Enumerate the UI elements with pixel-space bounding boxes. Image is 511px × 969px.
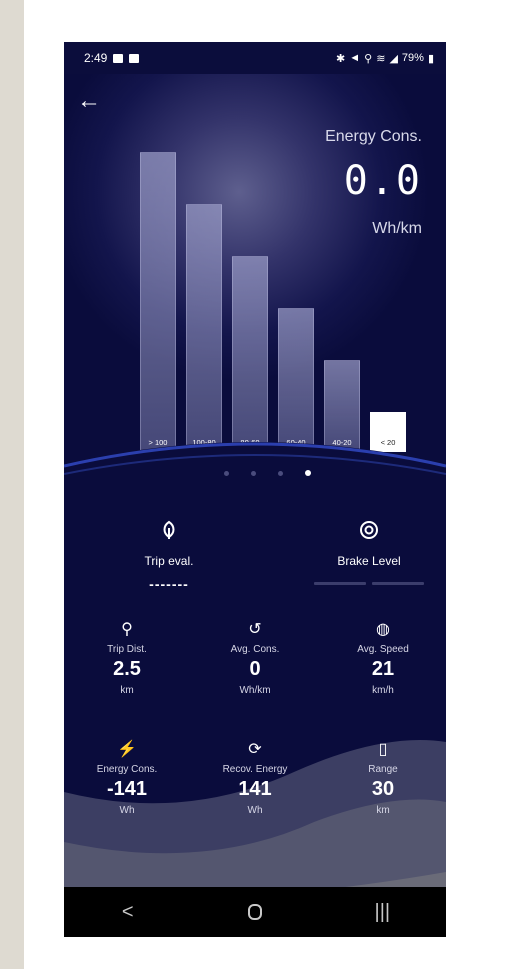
- chart-bar: > 100: [140, 152, 176, 452]
- phone-screen: 2:49 ✱ ◄ ⚲ ≋ ◢ 79% ▮ ← > 100100-8080-606…: [64, 42, 446, 937]
- page-dot[interactable]: [305, 470, 311, 476]
- stat-label: Range: [368, 764, 398, 775]
- page-dot[interactable]: [251, 470, 256, 476]
- stat-value: -141: [106, 778, 148, 800]
- battery-icon: ▯: [378, 741, 388, 758]
- history-bolt-icon: ↺: [248, 621, 262, 638]
- recover-bolt-icon: ⟳: [248, 741, 262, 758]
- speedometer-icon: ◍: [376, 621, 390, 638]
- stat-value: 2.5: [113, 658, 141, 680]
- stat-unit: Wh: [119, 805, 135, 816]
- stat-value: 30: [371, 778, 395, 800]
- stat-unit: Wh/km: [239, 685, 271, 696]
- brake-level-label: Brake Level: [337, 554, 401, 568]
- stat-label: Trip Dist.: [107, 644, 147, 655]
- brake-level-block: Brake Level: [304, 520, 434, 585]
- trip-eval-block: Trip eval. -------: [104, 520, 234, 592]
- stat-recov-energy: ⟳ Recov. Energy 141 Wh: [200, 740, 310, 816]
- stat-unit: Wh: [247, 805, 263, 816]
- stat-avg-speed: ◍ Avg. Speed 21 km/h: [328, 620, 438, 696]
- stat-unit: km: [376, 805, 390, 816]
- system-navigation-bar: < |||: [64, 887, 446, 937]
- stat-value: 21: [371, 658, 395, 680]
- stat-range: ▯ Range 30 km: [328, 740, 438, 816]
- stat-unit: km: [120, 685, 134, 696]
- stat-label: Recov. Energy: [222, 764, 288, 775]
- chart-bar: 100-80: [186, 204, 222, 452]
- energy-cons-label: Energy Cons.: [325, 128, 422, 145]
- nav-recents-icon[interactable]: |||: [352, 892, 412, 932]
- leaf-icon: [104, 520, 234, 544]
- stat-label: Energy Cons.: [96, 764, 158, 775]
- energy-cons-value: 0.0: [343, 158, 422, 204]
- brake-segment: [314, 582, 366, 585]
- page-indicator: [224, 470, 311, 476]
- trip-eval-label: Trip eval.: [144, 554, 194, 568]
- stat-value: 141: [238, 778, 272, 800]
- bolt-icon: ⚡: [117, 741, 137, 758]
- left-margin-strip: [0, 0, 24, 969]
- stat-value: 0: [249, 658, 261, 680]
- route-icon: ⚲: [121, 621, 133, 638]
- decorative-wave: [64, 442, 446, 502]
- brake-level-indicator: [304, 582, 434, 585]
- stat-avg-cons: ↺ Avg. Cons. 0 Wh/km: [200, 620, 310, 696]
- trip-eval-value: -------: [149, 576, 189, 592]
- stat-energy-cons: ⚡ Energy Cons. -141 Wh: [72, 740, 182, 816]
- stat-unit: km/h: [372, 685, 394, 696]
- target-icon: [304, 520, 434, 544]
- stat-trip-dist: ⚲ Trip Dist. 2.5 km: [72, 620, 182, 696]
- energy-cons-unit: Wh/km: [372, 220, 422, 237]
- nav-home-icon[interactable]: [225, 892, 285, 932]
- nav-back-icon[interactable]: <: [98, 892, 158, 932]
- page-dot[interactable]: [278, 470, 283, 476]
- brake-segment: [372, 582, 424, 585]
- stat-label: Avg. Speed: [357, 644, 409, 655]
- stat-label: Avg. Cons.: [230, 644, 280, 655]
- page-dot[interactable]: [224, 470, 229, 476]
- energy-distribution-chart: > 100100-8080-6060-4040-20< 20: [64, 42, 446, 462]
